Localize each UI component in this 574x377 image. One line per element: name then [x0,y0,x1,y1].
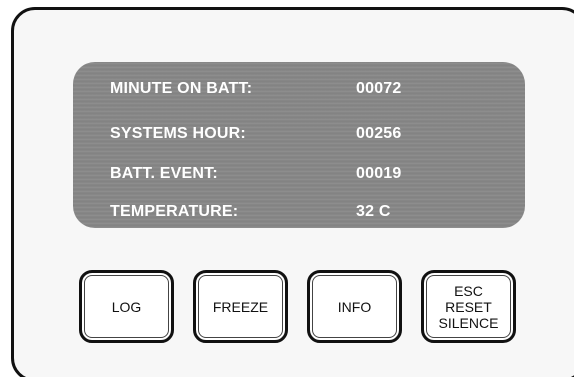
esc-reset-silence-label: ESC RESET SILENCE [439,283,499,331]
display-row-batt-event: BATT. EVENT: 00019 [110,163,510,185]
log-button-label: LOG [111,298,142,315]
display-row-minute-on-batt: MINUTE ON BATT: 00072 [110,78,510,100]
esc-reset-silence-button[interactable]: ESC RESET SILENCE [421,270,516,343]
display-value: 32 C [356,203,391,220]
freeze-button[interactable]: FREEZE [193,270,288,343]
display-label: SYSTEMS HOUR: [110,125,246,142]
display-label: BATT. EVENT: [110,165,218,182]
display-value: 00072 [356,80,402,97]
esc-label-line: ESC [454,282,483,299]
silence-label-line: SILENCE [438,314,499,331]
display-label: MINUTE ON BATT: [110,80,253,97]
display-value: 00019 [356,165,402,182]
display-label: TEMPERATURE: [110,203,239,220]
display-row-temperature: TEMPERATURE: 32 C [110,201,510,223]
log-button[interactable]: LOG [79,270,174,343]
display-row-systems-hour: SYSTEMS HOUR: 00256 [110,123,510,145]
display-value: 00256 [356,125,402,142]
freeze-button-label: FREEZE [212,298,269,315]
info-button[interactable]: INFO [307,270,402,343]
lcd-display: MINUTE ON BATT: 00072 SYSTEMS HOUR: 0025… [73,62,525,228]
reset-label-line: RESET [445,298,492,315]
info-button-label: INFO [337,298,372,315]
